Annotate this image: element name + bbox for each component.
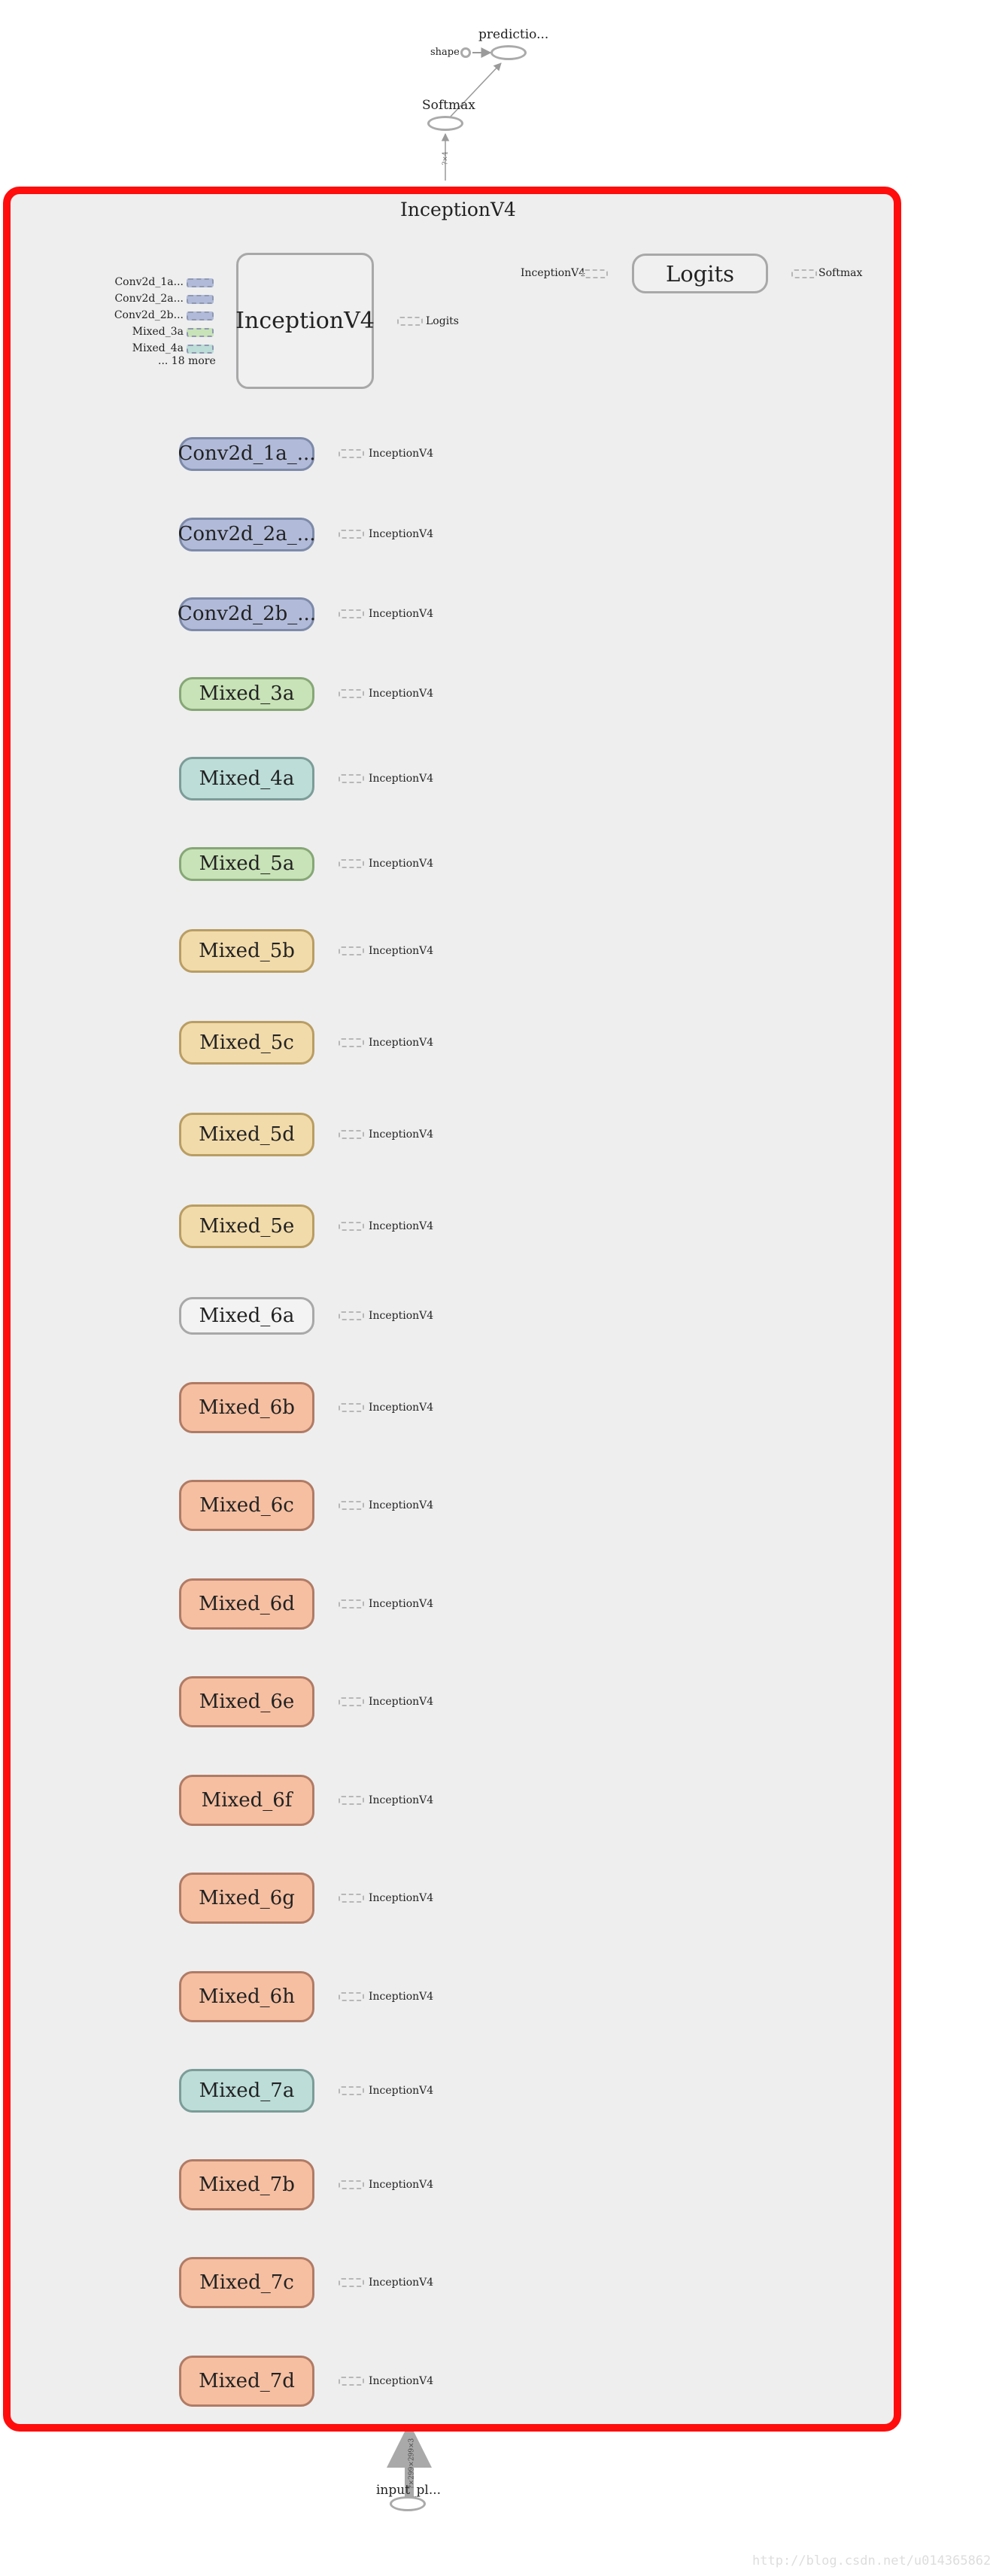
layer-node[interactable]: Mixed_6d — [179, 1578, 314, 1630]
summary-input-stub[interactable] — [187, 345, 214, 354]
layer-output-label: InceptionV4 — [369, 528, 434, 540]
layer-output-stub — [339, 1038, 364, 1047]
layer-output-stub — [339, 859, 364, 868]
layer-output-label: InceptionV4 — [369, 2277, 434, 2289]
logits-input-stub — [582, 269, 608, 278]
logits-input-label: InceptionV4 — [521, 267, 586, 279]
layer-output-stub — [339, 689, 364, 698]
softmax-node[interactable] — [427, 116, 463, 131]
layer-output-label: InceptionV4 — [369, 1499, 434, 1511]
shape-node[interactable] — [460, 47, 471, 58]
layer-output-stub — [339, 774, 364, 783]
summary-input-label: Conv2d_2b... — [114, 309, 184, 321]
layer-output-label: InceptionV4 — [369, 1129, 434, 1141]
prediction-node[interactable] — [490, 45, 527, 60]
layer-output-stub — [339, 2086, 364, 2095]
summary-input-stub[interactable] — [187, 328, 214, 337]
layer-node[interactable]: Conv2d_1a_... — [178, 436, 316, 471]
layer-output-stub — [339, 2180, 364, 2189]
layer-output-stub — [339, 1403, 364, 1412]
main-output-label: Logits — [426, 315, 459, 327]
softmax-label: Softmax — [422, 98, 475, 113]
layer-node[interactable]: Mixed_5a — [179, 846, 314, 881]
layer-output-stub — [339, 1796, 364, 1805]
layer-output-stub — [339, 609, 364, 618]
layer-node[interactable]: Mixed_7b — [179, 2159, 314, 2210]
layer-output-stub — [339, 946, 364, 955]
layer-node[interactable]: Mixed_6a — [179, 1297, 314, 1335]
summary-input-stub[interactable] — [187, 278, 214, 287]
layer-node[interactable]: Mixed_5b — [179, 929, 314, 973]
layer-output-stub — [339, 2278, 364, 2287]
summary-input-stub[interactable] — [187, 311, 214, 320]
layer-node[interactable]: Mixed_7a — [179, 2069, 314, 2113]
layer-output-label: InceptionV4 — [369, 1794, 434, 1806]
logits-output-label: Softmax — [818, 267, 863, 279]
logits-node[interactable]: Logits — [632, 254, 768, 293]
layer-output-label: InceptionV4 — [369, 1402, 434, 1414]
summary-input-label: Conv2d_2a... — [114, 293, 184, 305]
layer-output-stub — [339, 2377, 364, 2386]
layer-output-label: InceptionV4 — [369, 1991, 434, 2003]
softmax-edge-shape: ?×4 — [442, 151, 450, 166]
layer-output-stub — [339, 1130, 364, 1139]
layer-node[interactable]: Mixed_7d — [179, 2356, 314, 2407]
layer-output-label: InceptionV4 — [369, 2375, 434, 2387]
summary-input-label: Conv2d_1a... — [114, 276, 184, 288]
layer-output-label: InceptionV4 — [369, 608, 434, 620]
layer-node[interactable]: Mixed_7c — [179, 2257, 314, 2308]
layer-output-stub — [339, 1501, 364, 1510]
layer-output-label: InceptionV4 — [369, 1220, 434, 1232]
softmax-output-stub — [791, 269, 817, 278]
layer-node[interactable]: Mixed_6f — [179, 1775, 314, 1826]
layer-node[interactable]: Mixed_6c — [179, 1480, 314, 1531]
layer-node[interactable]: Mixed_5d — [179, 1113, 314, 1156]
prediction-label: predictio... — [478, 27, 549, 42]
logits-output-stub — [397, 317, 423, 326]
layer-node[interactable]: Mixed_6g — [179, 1873, 314, 1924]
layer-output-label: InceptionV4 — [369, 1696, 434, 1708]
layer-output-label: InceptionV4 — [369, 858, 434, 870]
layer-output-stub — [339, 449, 364, 458]
watermark: http://blog.csdn.net/u014365862 — [752, 2553, 991, 2568]
layer-output-label: InceptionV4 — [369, 448, 434, 460]
layer-output-label: InceptionV4 — [369, 1892, 434, 1904]
summary-input-label: Mixed_4a — [132, 342, 184, 354]
inceptionv4-main-node[interactable]: InceptionV4 — [235, 253, 375, 389]
layer-output-stub — [339, 1894, 364, 1903]
layer-node[interactable]: Mixed_5c — [179, 1021, 314, 1065]
layer-node[interactable]: Mixed_6b — [179, 1382, 314, 1433]
layer-output-label: InceptionV4 — [369, 688, 434, 700]
summary-input-stub[interactable] — [187, 295, 214, 304]
layer-node[interactable]: Conv2d_2b_... — [178, 597, 316, 631]
layer-node[interactable]: Mixed_6h — [179, 1971, 314, 2022]
group-title: InceptionV4 — [400, 199, 516, 220]
layer-output-label: InceptionV4 — [369, 1037, 434, 1049]
layer-node[interactable]: Conv2d_2a_... — [178, 517, 316, 551]
inceptionv4-group[interactable] — [3, 187, 901, 2432]
shape-label: shape — [430, 47, 460, 58]
layer-output-stub — [339, 1311, 364, 1320]
layer-output-label: InceptionV4 — [369, 773, 434, 785]
layer-output-label: InceptionV4 — [369, 1310, 434, 1322]
summary-input-label: Mixed_3a — [132, 326, 184, 338]
layer-output-label: InceptionV4 — [369, 2179, 434, 2191]
layer-output-stub — [339, 1992, 364, 2001]
layer-node[interactable]: Mixed_6e — [179, 1676, 314, 1727]
more-inputs-label: ... 18 more — [158, 355, 216, 367]
layer-node[interactable]: Mixed_5e — [179, 1204, 314, 1248]
layer-output-stub — [339, 1599, 364, 1608]
layer-output-label: InceptionV4 — [369, 945, 434, 957]
input-placeholder-node[interactable] — [390, 2496, 426, 2511]
input-edge-shape: ?×299×299×3 — [408, 2438, 416, 2489]
layer-output-label: InceptionV4 — [369, 1598, 434, 1610]
layer-output-stub — [339, 1697, 364, 1706]
layer-output-label: InceptionV4 — [369, 2085, 434, 2097]
layer-output-stub — [339, 530, 364, 539]
layer-output-stub — [339, 1222, 364, 1231]
layer-node[interactable]: Mixed_3a — [179, 676, 314, 711]
layer-node[interactable]: Mixed_4a — [179, 757, 314, 800]
